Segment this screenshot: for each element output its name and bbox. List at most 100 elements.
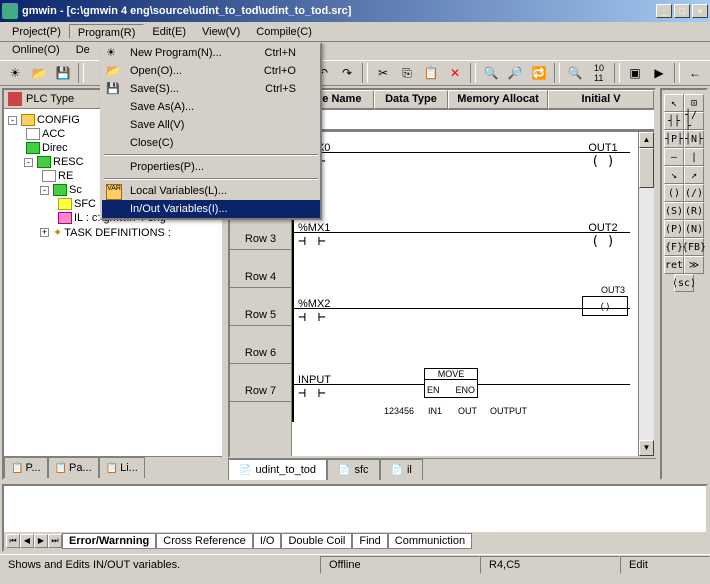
expand-icon[interactable]: - [24, 158, 33, 167]
left-tabs: 📋P... 📋Pa... 📋Li... [4, 456, 222, 478]
tool-fb-icon[interactable]: {FB} [684, 238, 704, 256]
tab-error[interactable]: Error/Warnning [62, 533, 156, 549]
tool-no-contact-icon[interactable]: ┤├ [664, 112, 684, 130]
tab-nav-first-icon[interactable]: ⏮ [6, 534, 20, 548]
menu-local-variables[interactable]: VARLocal Variables(L)... [102, 182, 320, 200]
tool-reset-icon[interactable]: (R) [684, 202, 704, 220]
tab-sfc[interactable]: 📄sfc [327, 459, 380, 480]
title-text: gmwin - [c:\gmwin 4 eng\source\udint_to_… [22, 5, 656, 17]
tab-nav-prev-icon[interactable]: ◀ [20, 534, 34, 548]
tb-arrow-icon[interactable]: ← [684, 62, 706, 84]
tab-cross[interactable]: Cross Reference [156, 533, 253, 549]
menu-save-as[interactable]: Save As(A)... [102, 98, 320, 116]
output-content[interactable] [4, 486, 706, 532]
tool-down-icon[interactable]: ↘ [664, 166, 684, 184]
col-mem[interactable]: Memory Allocat [448, 90, 548, 109]
fb-output: OUTPUT [490, 406, 527, 416]
folder-icon [26, 142, 40, 154]
tab-li[interactable]: 📋Li... [99, 457, 145, 478]
tool-pointer-icon[interactable]: ↖ [664, 94, 684, 112]
maximize-button[interactable]: □ [674, 4, 690, 18]
tool-p-contact-icon[interactable]: ┤P├ [664, 130, 684, 148]
menu-save[interactable]: 💾Save(S)...Ctrl+S [102, 80, 320, 98]
tab-dcoil[interactable]: Double Coil [281, 533, 352, 549]
expand-icon[interactable]: - [40, 186, 49, 195]
doc-icon [42, 170, 56, 182]
menu-close[interactable]: Close(C) [102, 134, 320, 152]
menu-view[interactable]: View(V) [194, 24, 248, 39]
coil[interactable]: OUT2( ) [588, 222, 618, 249]
scroll-thumb[interactable] [639, 148, 654, 188]
menu-compile[interactable]: Compile(C) [248, 24, 320, 39]
tb-open-icon[interactable]: 📂 [28, 62, 50, 84]
tb-delete-icon[interactable]: ✕ [444, 62, 466, 84]
tool-vline-icon[interactable]: | [684, 148, 704, 166]
expand-icon[interactable]: + [40, 228, 49, 237]
menu-online[interactable]: Online(O) [4, 42, 68, 60]
tb-monitor-icon[interactable]: ▣ [624, 62, 646, 84]
tab-il[interactable]: 📄il [380, 459, 423, 480]
fb-pin: IN1 [428, 406, 442, 416]
menu-debug[interactable]: De [68, 42, 98, 60]
save-icon: 💾 [106, 82, 122, 98]
tool-up-icon[interactable]: ↗ [684, 166, 704, 184]
minimize-button[interactable]: _ [656, 4, 672, 18]
tool-hline-icon[interactable]: — [664, 148, 684, 166]
menu-save-all[interactable]: Save All(V) [102, 116, 320, 134]
tool-ncoil2-icon[interactable]: (N) [684, 220, 704, 238]
tab-nav-last-icon[interactable]: ⏭ [48, 534, 62, 548]
contact[interactable]: %MX1⊣ ⊢ [298, 222, 328, 249]
menu-project[interactable]: Project(P) [4, 24, 69, 39]
tb-copy-icon[interactable]: ⎘ [396, 62, 418, 84]
tool-set-icon[interactable]: (S) [664, 202, 684, 220]
tb-findnext-icon[interactable]: 🔎 [504, 62, 526, 84]
coil[interactable]: OUT1( ) [588, 142, 618, 169]
function-block[interactable]: MOVE EN ENO [424, 368, 478, 398]
tb-save-icon[interactable]: 💾 [52, 62, 74, 84]
col-dtype[interactable]: Data Type [374, 90, 448, 109]
tool-n-contact-icon[interactable]: ┤N├ [684, 130, 704, 148]
var-icon: VAR [106, 184, 122, 200]
menu-new-program[interactable]: ☀New Program(N)...Ctrl+N [102, 44, 320, 62]
tb-run-icon[interactable]: ▶ [648, 62, 670, 84]
tb-zoom-icon[interactable]: 🔍 [564, 62, 586, 84]
tab-comm[interactable]: Communiction [388, 533, 472, 549]
scroll-up-icon[interactable]: ▲ [639, 132, 654, 148]
tool-pcoil-icon[interactable]: (P) [664, 220, 684, 238]
tab-p[interactable]: 📋P... [4, 457, 48, 478]
tool-jump-icon[interactable]: ≫ [684, 256, 704, 274]
vertical-scrollbar[interactable]: ▲ ▼ [638, 132, 654, 456]
tool-ncoil-icon[interactable]: (/) [684, 184, 704, 202]
tool-ret-icon[interactable]: ret [664, 256, 684, 274]
tab-find[interactable]: Find [352, 533, 387, 549]
menu-open[interactable]: 📂Open(O)...Ctrl+O [102, 62, 320, 80]
tool-sc-icon[interactable]: ⟨sc⟩ [674, 274, 694, 292]
coil-boxed[interactable]: OUT3( ) [582, 296, 628, 316]
tab-pa[interactable]: 📋Pa... [48, 457, 99, 478]
menu-inout-variables[interactable]: In/Out Variables(I)... [102, 200, 320, 218]
tab-io[interactable]: I/O [253, 533, 282, 549]
menu-program[interactable]: Program(R) [69, 24, 144, 39]
plc-icon [8, 92, 22, 106]
contact[interactable]: INPUT⊣ ⊢ [298, 374, 328, 401]
tool-nc-contact-icon[interactable]: ┤/├ [684, 112, 704, 130]
col-init[interactable]: Initial V [548, 90, 654, 109]
tb-cut-icon[interactable]: ✂ [372, 62, 394, 84]
status-pos: R4,C5 [480, 556, 620, 574]
tb-find-icon[interactable]: 🔍 [480, 62, 502, 84]
tb-replace-icon[interactable]: 🔁 [528, 62, 550, 84]
tb-grid-icon[interactable]: 1011 [588, 62, 610, 84]
tb-redo-icon[interactable]: ↷ [336, 62, 358, 84]
tb-new-icon[interactable]: ☀ [4, 62, 26, 84]
scroll-down-icon[interactable]: ▼ [639, 440, 654, 456]
menu-properties[interactable]: Properties(P)... [102, 158, 320, 176]
tab-udint[interactable]: 📄udint_to_tod [228, 459, 327, 480]
menu-edit[interactable]: Edit(E) [144, 24, 194, 39]
contact[interactable]: %MX2⊣ ⊢ [298, 298, 328, 325]
ladder-diagram[interactable]: %MX0⊣ ⊢ OUT1( ) %MX1⊣ ⊢ OUT2( ) %MX2⊣ ⊢ … [292, 132, 638, 456]
tab-nav-next-icon[interactable]: ▶ [34, 534, 48, 548]
tb-paste-icon[interactable]: 📋 [420, 62, 442, 84]
expand-icon[interactable]: - [8, 116, 17, 125]
close-button[interactable]: × [692, 4, 708, 18]
tool-coil-icon[interactable]: () [664, 184, 684, 202]
